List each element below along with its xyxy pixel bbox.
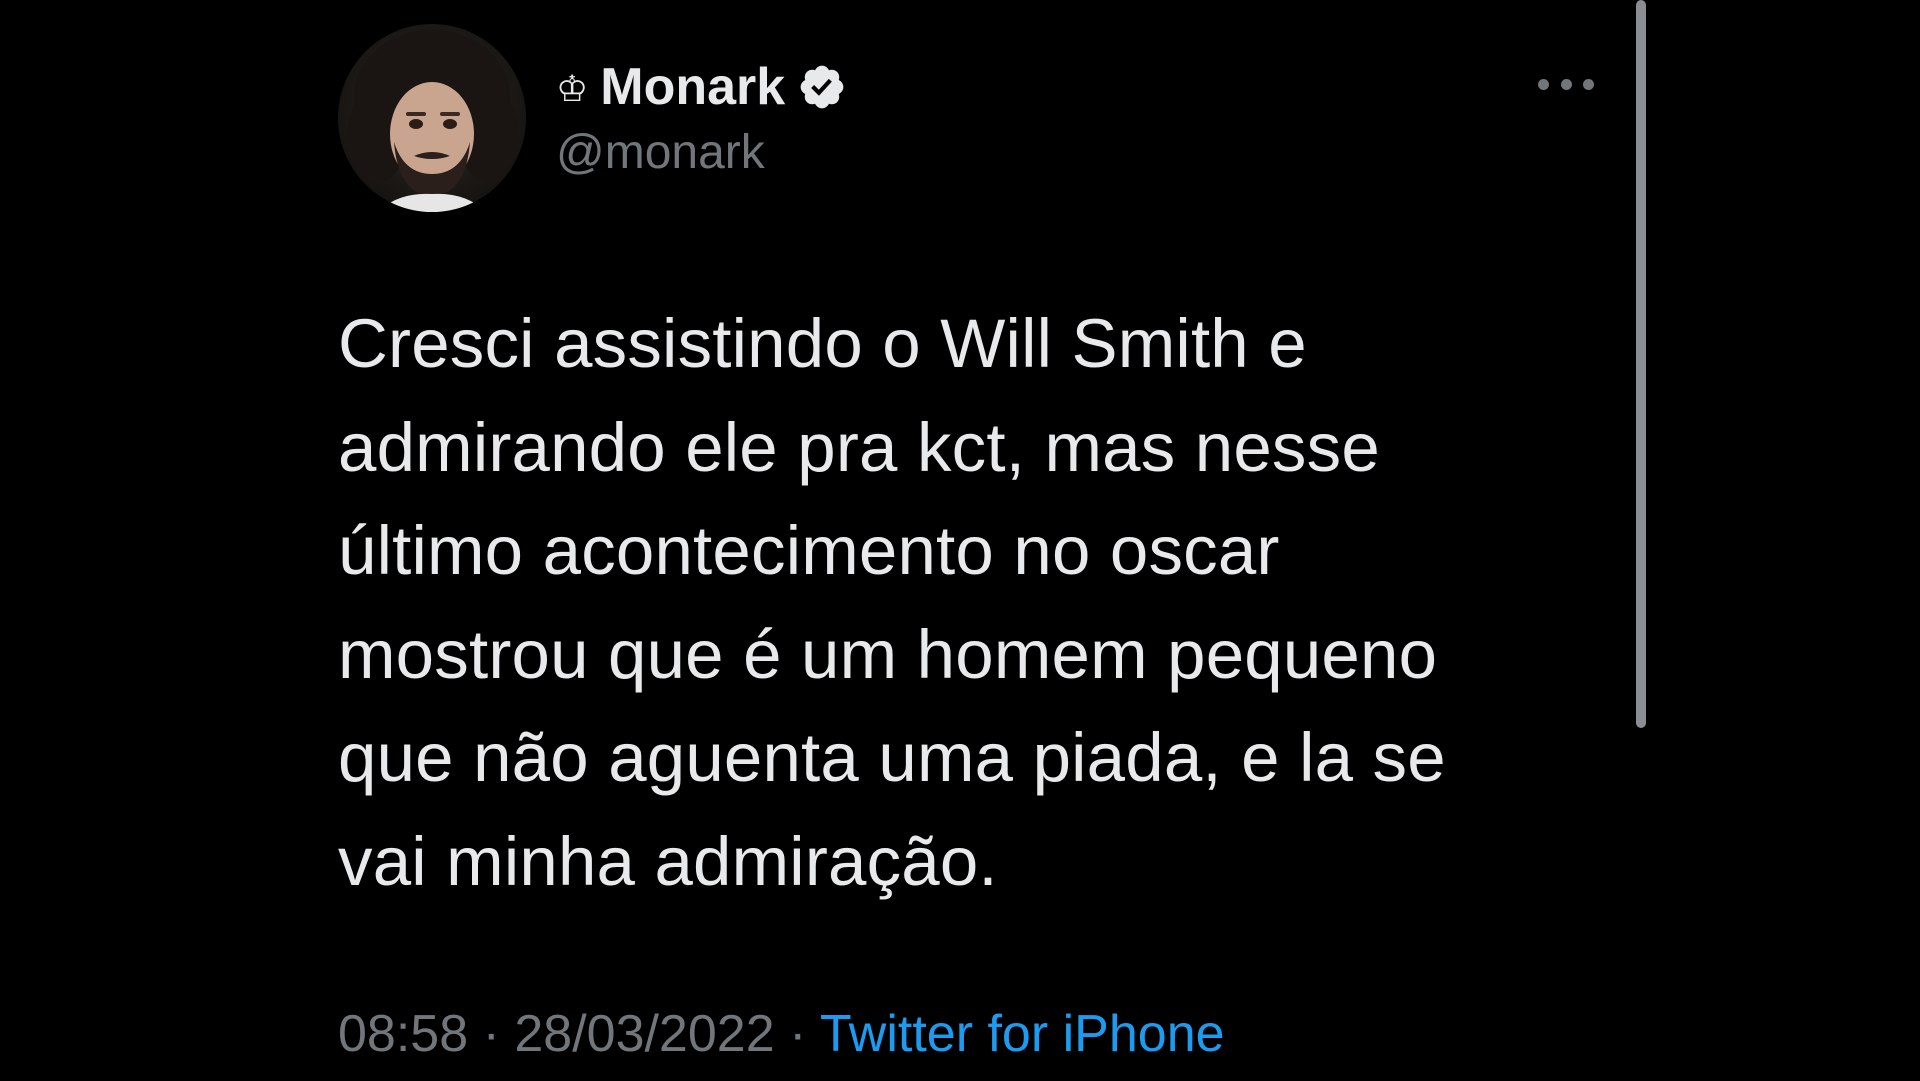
more-dot (1583, 78, 1594, 90)
tweet: ♔ Monark @monark Cresci assistindo o Wil… (0, 0, 1920, 1081)
display-name[interactable]: Monark (600, 61, 785, 113)
tweet-text-line: que não aguenta uma piada, e la se (338, 719, 1446, 796)
verified-badge-icon (797, 62, 847, 112)
scrollbar[interactable] (1636, 0, 1646, 728)
tweet-meta: 08:58 · 28/03/2022 · Twitter for iPhone (338, 998, 1225, 1070)
crown-icon: ♔ (556, 69, 589, 110)
meta-separator: · (468, 1005, 515, 1063)
tweet-date[interactable]: 28/03/2022 (514, 1005, 774, 1063)
avatar-image (348, 30, 518, 212)
tweet-text-line: último acontecimento no oscar (338, 512, 1280, 589)
meta-separator: · (774, 1005, 820, 1063)
more-options-icon[interactable] (1538, 62, 1594, 106)
tweet-text: Cresci assistindo o Will Smith e admiran… (338, 292, 1608, 913)
tweet-text-line: Cresci assistindo o Will Smith e (338, 305, 1307, 382)
tweet-time[interactable]: 08:58 (338, 1005, 468, 1063)
avatar[interactable] (338, 24, 526, 212)
tweet-text-line: vai minha admiração. (338, 822, 998, 900)
more-dot (1538, 78, 1549, 90)
author-handle[interactable]: @monark (556, 124, 765, 182)
tweet-source-link[interactable]: Twitter for iPhone (820, 1005, 1225, 1063)
more-dot (1560, 78, 1572, 90)
tweet-text-line: mostrou que é um homem pequeno (338, 615, 1438, 693)
tweet-text-line: admirando ele pra kct, mas nesse (338, 408, 1380, 486)
author-name-row[interactable]: ♔ Monark (556, 52, 847, 122)
